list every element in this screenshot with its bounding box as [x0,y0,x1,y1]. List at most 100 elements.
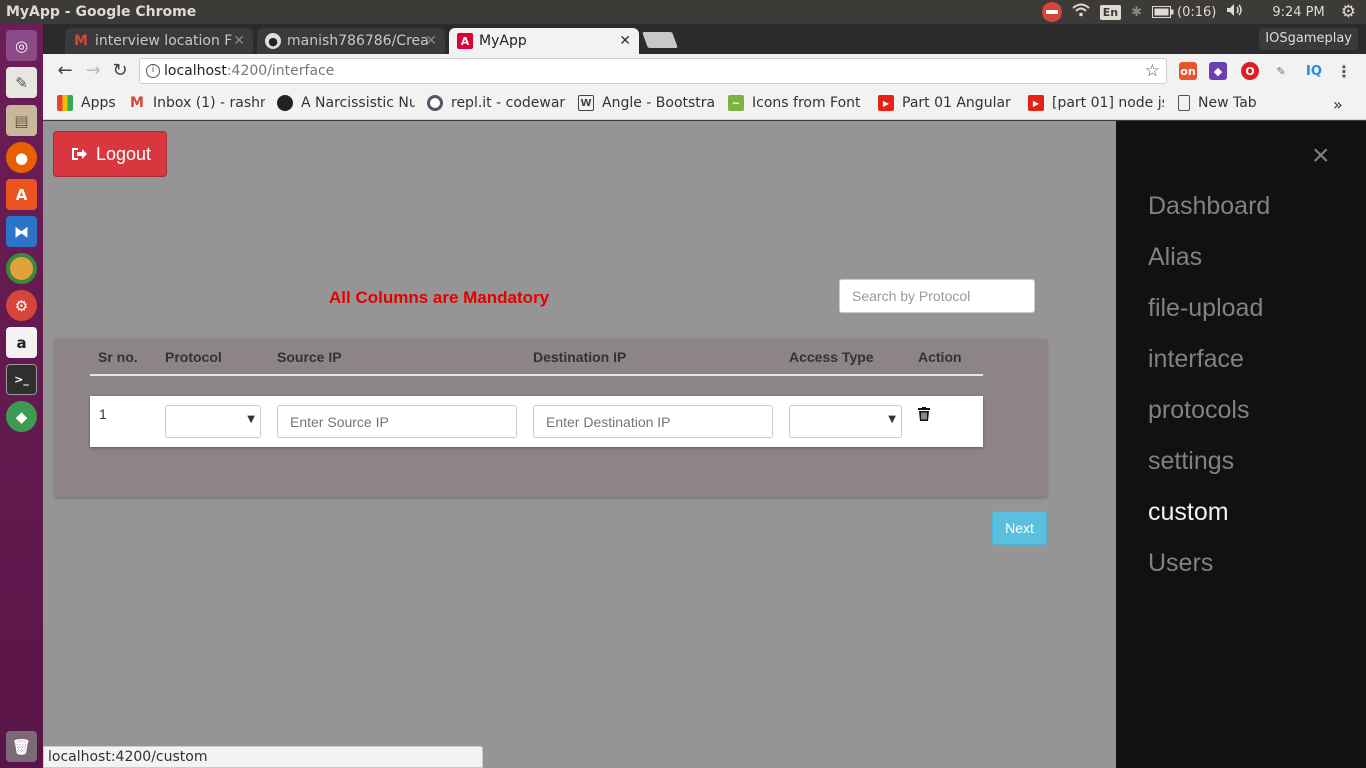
chevron-down-icon: ▼ [888,414,896,425]
tab-label: manish786786/Crea [287,33,429,49]
terminal-icon[interactable]: >_ [6,364,37,395]
chart-icon: ~ [728,95,744,111]
search-protocol-input[interactable] [839,279,1035,313]
column-header-sr-no: Sr no. [98,349,138,365]
bookmark-icons[interactable]: ~ Icons from Font [728,95,864,111]
system-top-panel: MyApp - Google Chrome En ✱ (0:16) 9:24 P… [0,0,1366,24]
sign-out-icon [72,148,87,160]
apps-grid-icon [57,95,73,111]
opera-vpn-icon[interactable]: O [1241,62,1259,80]
logout-label: Logout [96,143,152,164]
files-icon[interactable]: ▤ [6,105,37,136]
bookmark-node-part01[interactable]: ▶ [part 01] node js [1028,95,1164,111]
desktop: MyApp - Google Chrome En ✱ (0:16) 9:24 P… [0,0,1366,768]
bookmark-label: Angle - Bootstra [602,95,714,111]
reload-icon[interactable]: ↻ [110,61,130,81]
software-center-icon[interactable]: A [6,179,37,210]
amazon-icon[interactable]: a [6,327,37,358]
site-info-icon[interactable]: i [146,64,160,78]
column-header-action: Action [918,349,962,365]
text-editor-icon[interactable]: ✎ [6,67,37,98]
back-icon[interactable]: ← [55,61,75,81]
wrapbootstrap-icon: W [578,95,594,111]
sidenav-item-custom[interactable]: custom [1148,498,1229,527]
browser-tab-strip: M interview location F ✕ ● manish786786/… [43,24,1366,54]
new-tab-button[interactable] [642,32,678,48]
row-sr-no: 1 [99,406,107,422]
bookmark-angle[interactable]: W Angle - Bootstra [578,95,714,111]
menu-icon[interactable]: ⋮ [1335,62,1353,81]
tab-close-icon[interactable]: ✕ [619,33,631,49]
trash-icon[interactable]: 🗑 [6,731,37,762]
delete-row-icon[interactable] [918,407,930,421]
access-type-select[interactable]: ▼ [789,405,902,438]
mandatory-notice: All Columns are Mandatory [329,288,550,307]
tab-close-icon[interactable]: ✕ [425,33,437,49]
column-header-source-ip: Source IP [277,349,342,365]
bookmark-replit[interactable]: repl.it - codewar [427,95,565,111]
page-content-dimmed: Logout All Columns are Mandatory Sr no. … [43,121,1116,768]
keyboard-layout-indicator[interactable]: En [1099,4,1122,20]
page-icon [1178,95,1190,111]
close-icon[interactable]: × [1312,139,1330,173]
sidenav-item-interface[interactable]: interface [1148,345,1244,374]
bookmarks-overflow-button[interactable]: » [1333,95,1343,114]
battery-icon [1152,6,1174,18]
gear-icon[interactable]: ⚙ [1341,2,1356,22]
page-viewport: Logout All Columns are Mandatory Sr no. … [43,121,1366,768]
extension-cube-icon[interactable]: ◆ [1209,62,1227,80]
bookmark-label: Icons from Font [752,95,861,111]
column-header-destination-ip: Destination IP [533,349,627,365]
column-header-protocol: Protocol [165,349,222,365]
sidenav-item-protocols[interactable]: protocols [1148,396,1249,425]
tab-github[interactable]: ● manish786786/Crea ✕ [257,28,445,54]
sidenav-item-dashboard[interactable]: Dashboard [1148,192,1270,221]
url-path: :4200/interface [226,63,335,79]
tab-close-icon[interactable]: ✕ [233,33,245,49]
extension-on-icon[interactable]: on [1179,62,1197,80]
battery-time: (0:16) [1177,4,1217,20]
chevron-down-icon: ▼ [247,414,255,425]
clock[interactable]: 9:24 PM [1272,5,1324,20]
interface-table-panel: Sr no. Protocol Source IP Destination IP… [55,339,1047,497]
iq-extension-icon[interactable]: IQ [1305,62,1323,80]
bookmark-narcissistic[interactable]: A Narcissistic Nu [277,95,415,111]
tab-myapp[interactable]: A MyApp ✕ [449,28,639,54]
settings-icon[interactable]: ⚙ [6,290,37,321]
sidenav-item-alias[interactable]: Alias [1148,243,1202,272]
bookmark-angular-part01[interactable]: ▶ Part 01 Angular [878,95,1016,111]
no-entry-icon[interactable] [1041,2,1062,22]
bookmark-label: Part 01 Angular [902,95,1011,111]
logout-button[interactable]: Logout [53,131,167,177]
profile-button[interactable]: IOSgameplay [1259,28,1358,50]
destination-ip-input[interactable] [533,405,773,438]
bookmark-apps[interactable]: Apps [57,95,137,111]
header-divider [90,374,983,376]
bookmark-inbox[interactable]: M Inbox (1) - rashm [129,95,265,111]
chrome-icon[interactable] [6,253,37,284]
forward-icon[interactable]: → [83,61,103,81]
system-tray: En ✱ (0:16) 9:24 PM ⚙ [1041,0,1366,24]
volume-icon[interactable] [1226,3,1244,21]
android-studio-icon[interactable]: ◆ [6,401,37,432]
tab-gmail[interactable]: M interview location F ✕ [65,28,253,54]
vscode-icon[interactable]: ⧓ [6,216,37,247]
address-bar[interactable]: i localhost:4200/interface ☆ [139,58,1167,84]
protocol-select[interactable]: ▼ [165,405,261,438]
firefox-icon[interactable]: ● [6,142,37,173]
sidenav-item-file-upload[interactable]: file-upload [1148,294,1263,323]
bookmark-label: A Narcissistic Nu [301,95,415,111]
wifi-icon[interactable] [1072,3,1090,21]
battery-indicator[interactable]: (0:16) [1152,5,1216,20]
angular-icon: A [457,33,473,49]
bluetooth-icon[interactable]: ✱ [1131,5,1142,20]
source-ip-input[interactable] [277,405,517,438]
next-button[interactable]: Next [992,511,1047,545]
sidenav-item-settings[interactable]: settings [1148,447,1234,476]
bookmark-label: New Tab [1198,95,1257,111]
bookmark-star-icon[interactable]: ☆ [1145,61,1160,81]
ubuntu-dash-icon[interactable]: ◎ [6,30,37,61]
sidenav-item-users[interactable]: Users [1148,549,1213,578]
bookmark-new-tab[interactable]: New Tab [1178,95,1278,111]
eyedropper-icon[interactable]: ✎ [1272,62,1290,80]
